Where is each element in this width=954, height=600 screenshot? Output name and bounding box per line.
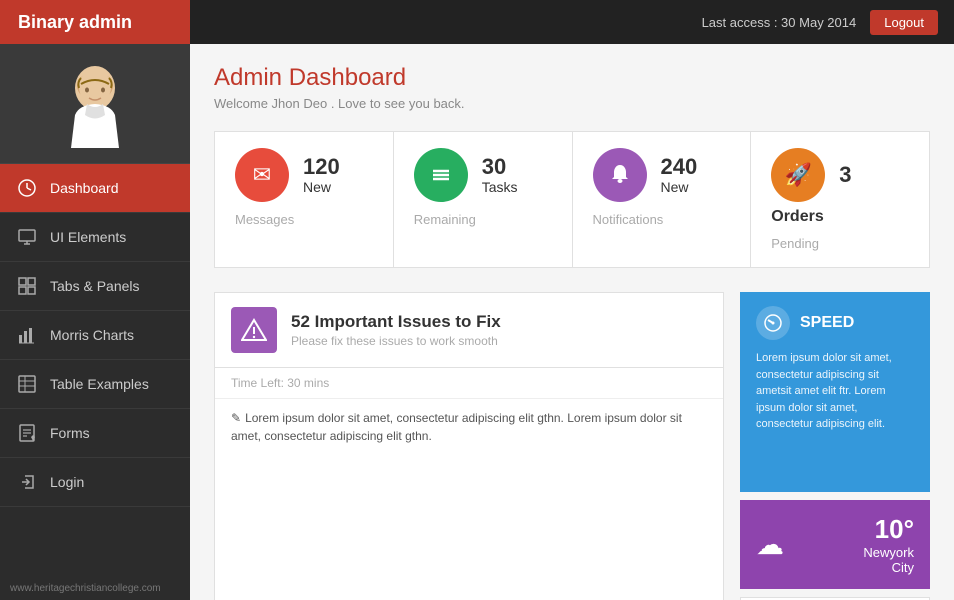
sidebar-item-label: Morris Charts: [50, 327, 134, 343]
main-layout: Dashboard UI Elements Tabs & Panels: [0, 44, 954, 600]
issues-body: ✎Lorem ipsum dolor sit amet, consectetur…: [215, 399, 723, 455]
issues-subtitle: Please fix these issues to work smooth: [291, 334, 501, 348]
stat-notifications: 240 New Notifications: [573, 132, 752, 267]
bottom-row: 52 Important Issues to Fix Please fix th…: [214, 292, 930, 600]
tasks-count: 30: [482, 155, 518, 179]
right-panels: SPEED Lorem ipsum dolor sit amet, consec…: [740, 292, 930, 600]
orders-desc: Pending: [771, 236, 819, 251]
sidebar-item-ui-elements[interactable]: UI Elements: [0, 213, 190, 262]
speed-header: SPEED: [756, 306, 914, 340]
sidebar-item-dashboard[interactable]: Dashboard: [0, 164, 190, 213]
brand-title: Binary admin: [0, 0, 190, 44]
issues-alert-icon: [231, 307, 277, 353]
sidebar: Dashboard UI Elements Tabs & Panels: [0, 44, 190, 600]
tasks-icon: [414, 148, 468, 202]
weather-temp: 10°: [863, 514, 914, 545]
monitor-icon: [16, 226, 38, 248]
stats-row: ✉ 120 New Messages 30 Tasks: [214, 131, 930, 268]
sidebar-url: www.heritagechristiancollege.com: [0, 577, 190, 600]
sidebar-item-tabs-panels[interactable]: Tabs & Panels: [0, 262, 190, 311]
table-icon: [16, 373, 38, 395]
speed-panel: SPEED Lorem ipsum dolor sit amet, consec…: [740, 292, 930, 492]
orders-label: Orders: [771, 208, 823, 226]
sidebar-item-label: Dashboard: [50, 180, 119, 196]
sidebar-item-label: Table Examples: [50, 376, 149, 392]
page-title: Admin Dashboard: [214, 64, 930, 92]
stat-messages: ✉ 120 New Messages: [215, 132, 394, 267]
notifications-icon: [593, 148, 647, 202]
chart-icon: [16, 324, 38, 346]
tasks-label: Tasks: [482, 179, 518, 195]
sidebar-item-forms[interactable]: Forms: [0, 409, 190, 458]
sidebar-item-label: Forms: [50, 425, 90, 441]
messages-count: 120: [303, 155, 340, 179]
sidebar-item-table-examples[interactable]: Table Examples: [0, 360, 190, 409]
messages-label: New: [303, 179, 340, 195]
notifications-label: New: [661, 179, 698, 195]
sidebar-item-login[interactable]: Login: [0, 458, 190, 507]
weather-city2: City: [863, 560, 914, 575]
cloud-icon: ☁: [756, 528, 784, 561]
stat-orders: 🚀 3 Orders Pending: [751, 132, 929, 267]
weather-info: 10° Newyork City: [863, 514, 914, 575]
page-subtitle: Welcome Jhon Deo . Love to see you back.: [214, 96, 930, 111]
tasks-desc: Remaining: [414, 212, 476, 227]
sidebar-item-label: UI Elements: [50, 229, 126, 245]
speed-title: SPEED: [800, 314, 854, 332]
orders-count: 3: [839, 163, 851, 187]
dashboard-icon: [16, 177, 38, 199]
issues-header: 52 Important Issues to Fix Please fix th…: [215, 293, 723, 368]
login-icon: [16, 471, 38, 493]
sidebar-item-morris-charts[interactable]: Morris Charts: [0, 311, 190, 360]
stat-tasks: 30 Tasks Remaining: [394, 132, 573, 267]
orders-icon: 🚀: [771, 148, 825, 202]
speed-icon: [756, 306, 790, 340]
messages-desc: Messages: [235, 212, 294, 227]
issues-panel: 52 Important Issues to Fix Please fix th…: [214, 292, 724, 600]
weather-city1: Newyork: [863, 545, 914, 560]
topbar-right: Last access : 30 May 2014 Logout: [702, 10, 938, 35]
topbar: Binary admin Last access : 30 May 2014 L…: [0, 0, 954, 44]
main-content: Admin Dashboard Welcome Jhon Deo . Love …: [190, 44, 954, 600]
sidebar-avatar: [0, 44, 190, 164]
sidebar-item-label: Login: [50, 474, 84, 490]
issues-time: Time Left: 30 mins: [215, 368, 723, 399]
weather-panel: ☁ 10° Newyork City: [740, 500, 930, 589]
sidebar-item-label: Tabs & Panels: [50, 278, 140, 294]
issues-title: 52 Important Issues to Fix: [291, 312, 501, 332]
tabs-icon: [16, 275, 38, 297]
edit-icon: ✎: [231, 411, 241, 425]
messages-icon: ✉: [235, 148, 289, 202]
sidebar-nav: Dashboard UI Elements Tabs & Panels: [0, 164, 190, 577]
forms-icon: [16, 422, 38, 444]
avatar-icon: [59, 60, 131, 148]
issues-text-block: 52 Important Issues to Fix Please fix th…: [291, 312, 501, 348]
speed-text: Lorem ipsum dolor sit amet, consectetur …: [756, 350, 914, 433]
last-access: Last access : 30 May 2014: [702, 15, 857, 30]
logout-button[interactable]: Logout: [870, 10, 938, 35]
notifications-count: 240: [661, 155, 698, 179]
notifications-desc: Notifications: [593, 212, 664, 227]
